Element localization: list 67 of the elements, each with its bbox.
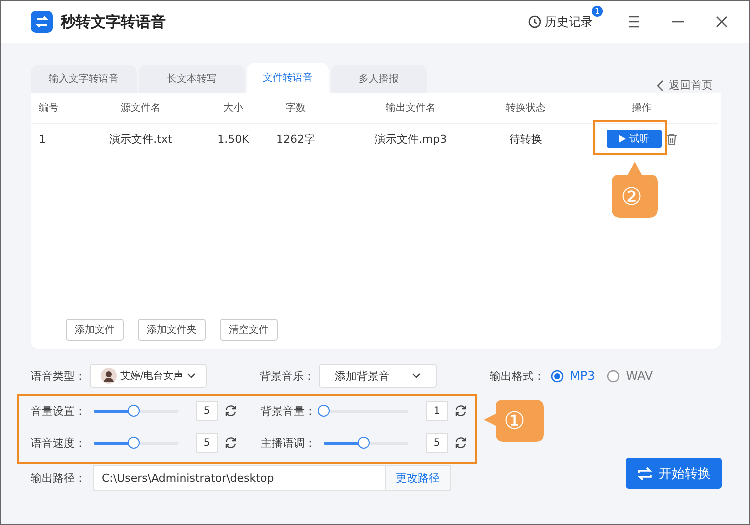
value-field[interactable]: 5 — [196, 433, 218, 453]
app-title: 秒转文字转语音 — [61, 12, 166, 32]
slider-label: 主播语调： — [261, 436, 316, 450]
chevron-down-icon — [186, 373, 196, 379]
value-field[interactable]: 1 — [426, 401, 448, 421]
slider-label: 音量设置： — [31, 404, 86, 418]
table-cell-text: 演示文件.txt — [108, 132, 174, 148]
table-cell-text: 1.50K — [216, 132, 250, 148]
file-action-button[interactable]: 清空文件 — [220, 319, 278, 341]
reset-icon[interactable] — [224, 436, 238, 450]
step-number: ② — [621, 182, 643, 213]
slider-handle[interactable] — [128, 404, 140, 416]
back-home-link[interactable]: 返回首页 — [657, 78, 713, 93]
field-label: 语音类型： — [31, 368, 86, 384]
table-cell-text: 1262字 — [276, 132, 316, 148]
chevron-down-icon — [412, 373, 421, 379]
delete-icon[interactable] — [666, 132, 678, 146]
slider-label: 背景音量： — [261, 404, 316, 418]
preview-button[interactable]: 试听 — [606, 130, 662, 148]
field-label: 输出格式： — [490, 368, 545, 384]
callout-bubble — [611, 161, 659, 219]
reset-icon[interactable] — [224, 404, 238, 418]
avatar-icon — [101, 368, 118, 384]
column-header: 编号 — [31, 93, 71, 124]
tab[interactable]: 输入文字转语音 — [31, 65, 137, 93]
notification-badge: 1 — [592, 6, 603, 16]
history-button[interactable]: 历史记录 — [528, 10, 593, 34]
slider-label: 语音速度： — [31, 436, 86, 450]
tab[interactable]: 多人播报 — [331, 65, 427, 93]
change-path-button[interactable]: 更改路径 — [385, 466, 450, 490]
tab[interactable]: 长文本转写 — [139, 65, 245, 93]
field-label: 输出路径： — [31, 470, 86, 486]
slider-handle[interactable] — [128, 436, 140, 448]
table-cell-text: 1 — [38, 132, 47, 148]
chevron-left-icon — [657, 80, 665, 92]
column-header: 输出文件名 — [336, 93, 486, 124]
radio-selected-icon — [551, 370, 564, 382]
clock-icon — [528, 15, 542, 29]
column-header: 操作 — [566, 93, 718, 124]
tab[interactable]: 文件转语音 — [247, 63, 329, 93]
format-radio[interactable]: WAV — [607, 369, 654, 383]
column-header: 大小 — [211, 93, 256, 124]
app-logo-icon — [31, 11, 53, 33]
value-field[interactable]: 5 — [196, 401, 218, 421]
reset-icon[interactable] — [454, 404, 468, 418]
step-number: ① — [504, 406, 526, 437]
table-cell-text: 演示文件.mp3 — [374, 132, 448, 148]
column-header: 转换状态 — [486, 93, 566, 124]
background-music-dropdown[interactable]: 添加背景音 — [319, 364, 437, 388]
value-field[interactable]: 5 — [426, 433, 448, 453]
column-header: 源文件名 — [71, 93, 211, 124]
slider-handle[interactable] — [358, 436, 370, 448]
swap-icon — [637, 466, 653, 480]
slider-handle[interactable] — [318, 404, 330, 416]
output-path-field[interactable]: C:\Users\Administrator\desktop 更改路径 — [93, 465, 451, 491]
file-action-button[interactable]: 添加文件夹 — [138, 319, 206, 341]
format-radio[interactable]: MP3 — [551, 369, 596, 383]
reset-icon[interactable] — [454, 436, 468, 450]
field-label: 背景音乐： — [260, 368, 315, 384]
column-header: 字数 — [256, 93, 336, 124]
callout-bubble — [482, 398, 546, 444]
radio-empty-icon — [607, 370, 620, 382]
file-action-button[interactable]: 添加文件 — [66, 319, 124, 341]
start-convert-button[interactable]: 开始转换 — [626, 458, 722, 489]
voice-dropdown[interactable]: 艾婷/电台女声 — [90, 364, 207, 388]
table-cell-text: 待转换 — [508, 132, 544, 148]
play-icon — [618, 135, 626, 143]
